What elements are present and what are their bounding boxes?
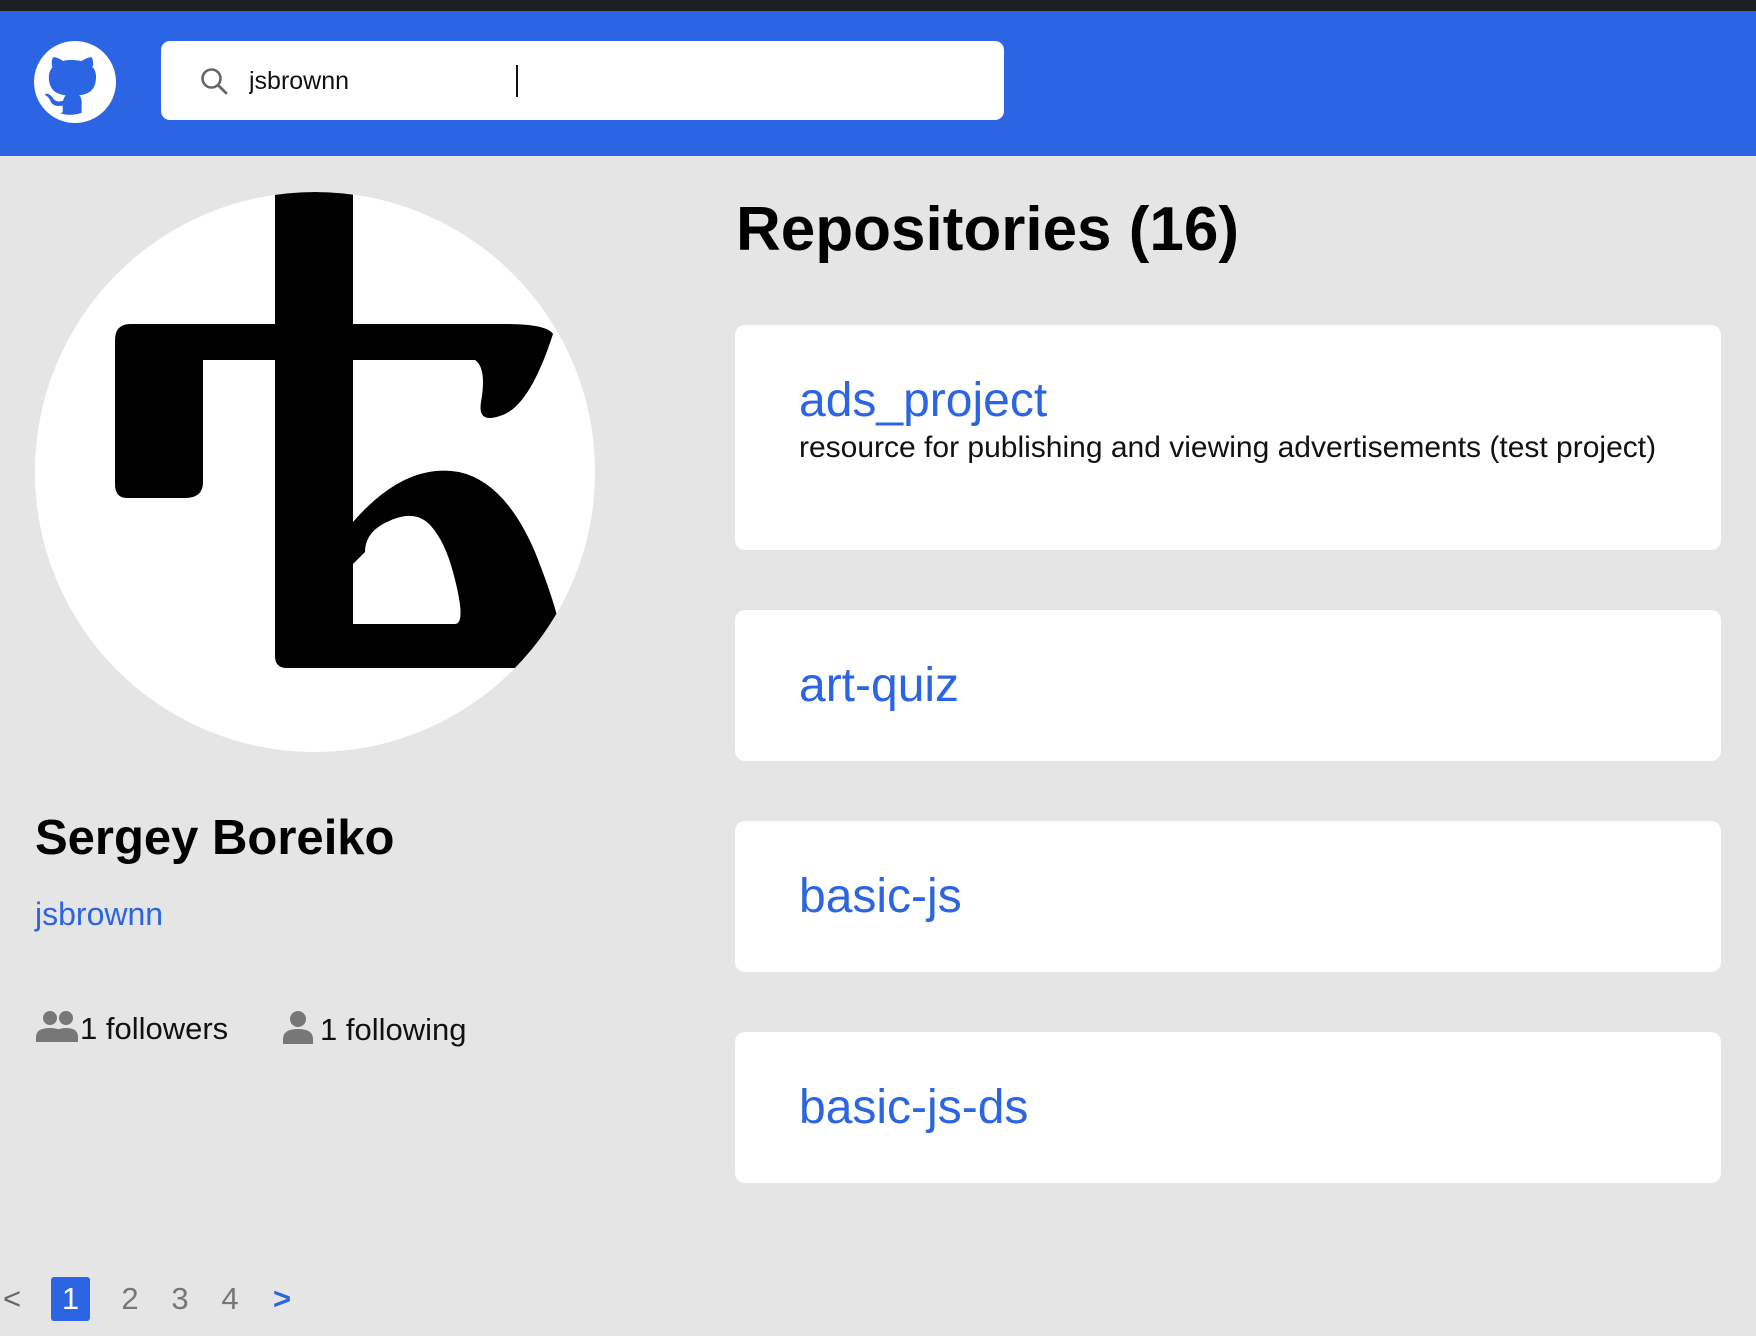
repo-link[interactable]: basic-js-ds xyxy=(799,1080,1028,1135)
people-icon xyxy=(36,1010,80,1047)
followers-stat: 1 followers xyxy=(36,1010,228,1047)
repo-card: ads_project resource for publishing and … xyxy=(735,325,1721,550)
search-icon xyxy=(199,66,229,96)
github-octocat-icon[interactable] xyxy=(34,41,116,123)
user-full-name: Sergey Boreiko xyxy=(35,811,395,865)
person-icon xyxy=(282,1010,314,1049)
pagination-page-4[interactable]: 4 xyxy=(218,1277,242,1321)
avatar xyxy=(35,192,595,752)
window-top-strip xyxy=(0,0,1756,11)
repositories-title: Repositories (16) xyxy=(736,195,1240,264)
pagination-page-2[interactable]: 2 xyxy=(118,1277,142,1321)
repo-card: basic-js-ds xyxy=(735,1032,1721,1183)
following-stat: 1 following xyxy=(282,1010,466,1049)
repo-description: resource for publishing and viewing adve… xyxy=(799,431,1657,464)
following-label: 1 following xyxy=(320,1011,467,1047)
pagination-next[interactable]: > xyxy=(268,1277,296,1321)
repo-card: basic-js xyxy=(735,821,1721,972)
repo-link[interactable]: art-quiz xyxy=(799,658,959,713)
pagination-page-1[interactable]: 1 xyxy=(51,1277,90,1321)
repo-link[interactable]: ads_project xyxy=(799,373,1047,428)
pagination-prev[interactable]: < xyxy=(0,1277,24,1321)
user-login-link[interactable]: jsbrownn xyxy=(35,896,163,933)
pagination-page-3[interactable]: 3 xyxy=(168,1277,192,1321)
search-input[interactable] xyxy=(249,59,969,103)
repo-link[interactable]: basic-js xyxy=(799,869,962,924)
text-caret xyxy=(516,65,518,97)
followers-label: 1 followers xyxy=(80,1010,229,1046)
repo-card: art-quiz xyxy=(735,610,1721,761)
app-header xyxy=(0,11,1756,156)
search-box[interactable] xyxy=(161,41,1004,120)
